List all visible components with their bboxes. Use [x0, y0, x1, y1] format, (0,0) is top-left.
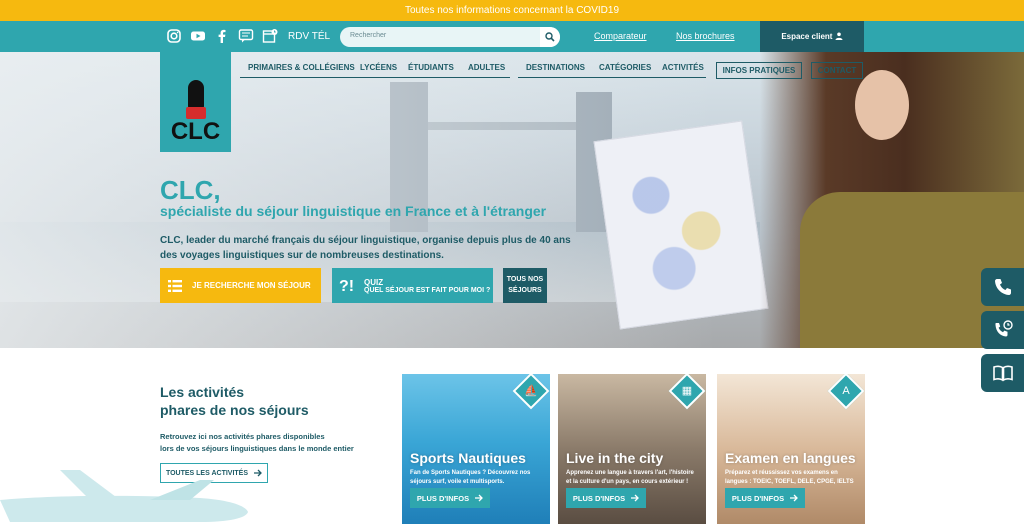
phone-clock-icon [994, 320, 1013, 337]
activities-description-line: Retrouvez ici nos activités phares dispo… [160, 432, 325, 441]
all-stays-line: SÉJOURS [508, 287, 542, 294]
covid-banner[interactable]: Toutes nos informations concernant la CO… [0, 0, 1024, 21]
card-title: Sports Nautiques [410, 450, 526, 466]
clc-logo[interactable]: CLC [160, 52, 231, 152]
quiz-button[interactable]: ?! QUIZ QUEL SÉJOUR EST FAIT POUR MOI ? [332, 268, 493, 303]
activity-card-exam[interactable]: A Examen en langues Préparez et réussiss… [717, 374, 865, 524]
side-phone-button[interactable] [981, 268, 1024, 306]
quiz-subtitle: QUEL SÉJOUR EST FAIT POUR MOI ? [364, 286, 491, 294]
top-bar: RDV TÉL Rechercher Comparateur Nos broch… [0, 21, 1024, 52]
comparateur-link[interactable]: Comparateur [594, 31, 647, 41]
espace-client-button[interactable]: Espace client [760, 21, 864, 52]
card-more-button[interactable]: PLUS D'INFOS [725, 488, 805, 508]
card-more-label: PLUS D'INFOS [731, 493, 785, 503]
espace-client-label: Espace client [781, 32, 833, 41]
search-icon [545, 32, 555, 42]
hero-map-image [593, 120, 769, 330]
nav-divider-1 [240, 77, 510, 78]
card-more-button[interactable]: PLUS D'INFOS [566, 488, 646, 508]
card-title: Examen en langues [725, 450, 856, 466]
card-text: Fan de Sports Nautiques ? Découvrez nos … [410, 470, 531, 485]
search-stay-label: JE RECHERCHE MON SÉJOUR [192, 281, 311, 290]
hero-description-line: des voyages linguistiques sur de nombreu… [160, 250, 444, 261]
card-more-label: PLUS D'INFOS [416, 493, 470, 503]
activity-card-sports[interactable]: ⛵ Sports Nautiques Fan de Sports Nautiqu… [402, 374, 550, 524]
hero-description: CLC, leader du marché français du séjour… [160, 233, 580, 263]
nav-adultes[interactable]: ADULTES [468, 63, 505, 72]
arrow-right-icon [254, 469, 262, 477]
hero-title: CLC, [160, 175, 221, 205]
all-stays-line: TOUS NOS [506, 276, 544, 283]
arrow-right-icon [475, 494, 484, 502]
nav-categories[interactable]: CATÉGORIES [599, 63, 651, 72]
search-stay-button[interactable]: JE RECHERCHE MON SÉJOUR [160, 268, 321, 303]
nav-contact[interactable]: CONTACT [811, 62, 863, 79]
youtube-icon[interactable] [190, 28, 206, 44]
search-input[interactable]: Rechercher [350, 32, 386, 39]
book-icon [992, 365, 1013, 382]
brochures-link[interactable]: Nos brochures [676, 31, 735, 41]
airplane-illustration [0, 470, 248, 522]
card-more-label: PLUS D'INFOS [572, 493, 626, 503]
activity-card-city[interactable]: ▦ Live in the city Apprenez une langue à… [558, 374, 706, 524]
hero-subtitle: spécialiste du séjour linguistique en Fr… [160, 203, 547, 219]
nav-activites[interactable]: ACTIVITÉS [662, 63, 704, 72]
card-more-button[interactable]: PLUS D'INFOS [410, 488, 490, 508]
nav-divider-2 [518, 77, 706, 78]
calendar-icon[interactable] [262, 28, 278, 44]
user-icon [835, 32, 843, 40]
list-icon [168, 279, 182, 292]
rdv-tel-link[interactable]: RDV TÉL [288, 31, 330, 42]
all-stays-button[interactable]: TOUS NOS SÉJOURS [503, 268, 547, 303]
nav-lyceens[interactable]: LYCÉENS [360, 63, 397, 72]
activities-description: Retrouvez ici nos activités phares dispo… [160, 431, 354, 455]
chat-icon[interactable] [238, 28, 254, 44]
svg-text:?!: ?! [339, 278, 354, 295]
card-text: Apprenez une langue à travers l'art, l'h… [566, 470, 694, 485]
hero-description-line: CLC, leader du marché français du séjour… [160, 235, 571, 246]
phone-icon [994, 279, 1011, 295]
nav-infos-pratiques[interactable]: INFOS PRATIQUES [716, 62, 802, 79]
question-icon: ?! [339, 278, 354, 295]
search-bar[interactable]: Rechercher [340, 27, 560, 47]
card-text: Préparez et réussissez vos examens en la… [725, 470, 854, 485]
arrow-right-icon [790, 494, 799, 502]
nav-primaires[interactable]: PRIMAIRES & COLLÉGIENS [248, 63, 355, 72]
activities-description-line: lors de vos séjours linguistiques dans l… [160, 444, 354, 453]
social-links: RDV TÉL [166, 28, 330, 44]
side-callback-button[interactable] [981, 311, 1024, 349]
hero-section [0, 52, 1024, 348]
activities-title-line: Les activités [160, 384, 245, 400]
nav-destinations[interactable]: DESTINATIONS [526, 63, 585, 72]
arrow-right-icon [631, 494, 640, 502]
card-title: Live in the city [566, 450, 664, 466]
activities-title-line: phares de nos séjours [160, 402, 309, 418]
quiz-title: QUIZ [364, 277, 384, 287]
instagram-icon[interactable] [166, 28, 182, 44]
activities-title: Les activités phares de nos séjours [160, 383, 309, 419]
logo-text: CLC [170, 118, 221, 145]
facebook-icon[interactable] [214, 28, 230, 44]
nav-etudiants[interactable]: ÉTUDIANTS [408, 63, 454, 72]
side-brochure-button[interactable] [981, 354, 1024, 392]
search-button[interactable] [540, 27, 560, 47]
